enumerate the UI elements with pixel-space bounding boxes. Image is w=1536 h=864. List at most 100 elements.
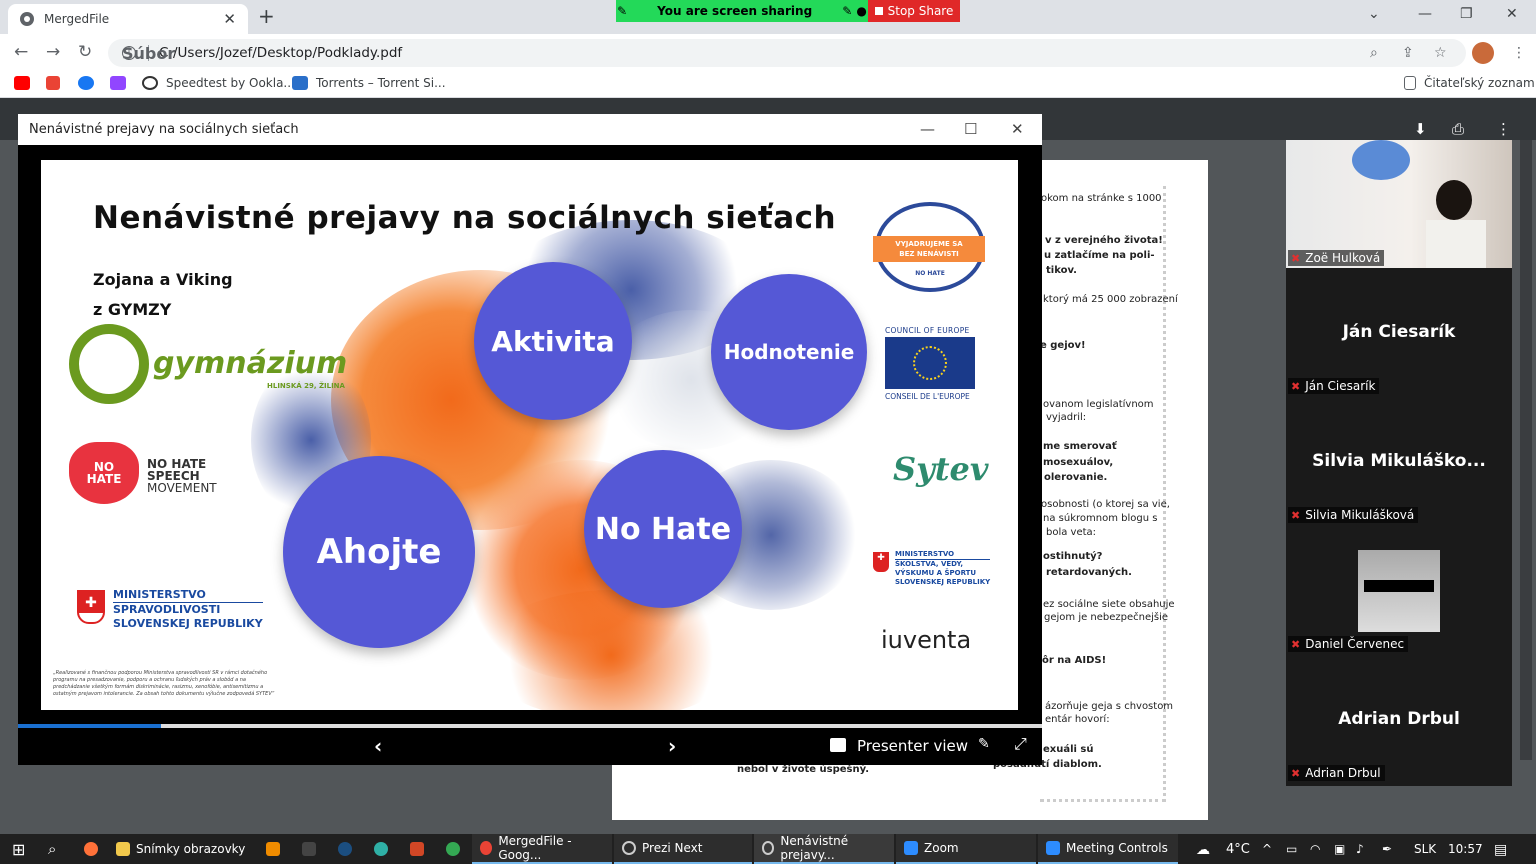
- pen-tray-icon[interactable]: ✒: [1382, 842, 1392, 856]
- pdf-scrollbar[interactable]: [1520, 140, 1532, 760]
- participant-tile[interactable]: Adrian Drbul ✖ Adrian Drbul: [1286, 657, 1512, 783]
- chrome-icon: [480, 841, 493, 855]
- presenter-view-icon[interactable]: [830, 738, 846, 752]
- vlc-icon[interactable]: [258, 834, 294, 864]
- prezi-icon: [762, 841, 775, 855]
- pdf-text-line: na súkromnom blogu s: [1043, 513, 1158, 524]
- back-icon[interactable]: ←: [14, 42, 28, 62]
- reading-list-button[interactable]: Čitateľský zoznam: [1404, 76, 1535, 90]
- device-icon[interactable]: ▭: [1286, 842, 1297, 856]
- powerpoint-icon[interactable]: [402, 834, 438, 864]
- speedtest-icon: [142, 76, 158, 90]
- clock[interactable]: 10:57: [1448, 842, 1483, 856]
- taskbar-app-prezi[interactable]: Prezi Next: [614, 834, 752, 864]
- prezi-maximize-button[interactable]: ☐: [964, 120, 977, 138]
- bookmark-star-icon[interactable]: ☆: [1434, 45, 1447, 61]
- reading-list-label: Čitateľský zoznam: [1424, 76, 1535, 90]
- prezi-close-button[interactable]: ✕: [1011, 120, 1024, 138]
- prezi-minimize-button[interactable]: —: [920, 120, 935, 138]
- bookmark-speedtest[interactable]: Speedtest by Ookla...: [142, 76, 295, 90]
- share-page-icon[interactable]: ⇪: [1402, 45, 1414, 61]
- pdf-text-line: ktorý má 25 000 zobrazení: [1043, 294, 1178, 305]
- sytev-logo: Sytev: [893, 450, 989, 488]
- taskbar-app-label: MergedFile - Goog...: [498, 834, 572, 862]
- minimize-button[interactable]: —: [1418, 6, 1432, 22]
- next-slide-icon[interactable]: ›: [668, 734, 676, 758]
- volume-icon[interactable]: ♪: [1356, 842, 1364, 856]
- globe-icon: [20, 12, 34, 26]
- steam-icon[interactable]: [330, 834, 366, 864]
- taskbar-app-chrome[interactable]: MergedFile - Goog...: [472, 834, 612, 864]
- address-bar[interactable]: i Súbor C:/Users/Jozef/Desktop/Podklady.…: [108, 39, 1466, 67]
- pdf-text-line: osobnosti (o ktorej sa vie,: [1041, 499, 1170, 510]
- prezi-icon: [622, 841, 636, 855]
- circle-no-hate[interactable]: No Hate: [584, 450, 742, 608]
- twitch-icon[interactable]: [110, 76, 126, 90]
- maximize-button[interactable]: ❐: [1460, 6, 1473, 22]
- prezi-window-title: Nenávistné prejavy na sociálnych sieťach: [29, 122, 299, 137]
- folder-icon: [116, 842, 130, 856]
- reload-icon[interactable]: ↻: [78, 42, 92, 62]
- participant-label: ✖ Daniel Červenec: [1288, 636, 1409, 652]
- pdf-text-line: gejom je nebezpečnejšie: [1044, 612, 1169, 623]
- ms-line: VÝSKUMU A ŠPORTU: [895, 569, 977, 577]
- pdf-text-line: entár hovorí:: [1045, 714, 1110, 725]
- chevron-up-icon[interactable]: ^: [1262, 842, 1272, 856]
- browser-tab[interactable]: MergedFile ✕: [8, 4, 248, 34]
- profile-avatar[interactable]: [1472, 42, 1494, 64]
- print-icon[interactable]: ⎙: [1452, 120, 1464, 138]
- participant-tile[interactable]: ✖ Zoë Hulková: [1286, 140, 1512, 268]
- temperature[interactable]: 4°C: [1226, 842, 1250, 857]
- forward-icon[interactable]: →: [46, 42, 60, 62]
- search-icon[interactable]: ⌕: [40, 834, 64, 864]
- prev-slide-icon[interactable]: ‹: [374, 734, 382, 758]
- taskbar-app-zoom[interactable]: Zoom: [896, 834, 1036, 864]
- facebook-icon[interactable]: [78, 76, 94, 90]
- close-tab-icon[interactable]: ✕: [223, 10, 236, 28]
- slide-authors-2: z GYMZY: [93, 300, 172, 319]
- participant-tile[interactable]: Silvia Mikuláško... ✖ Silvia Mikulášková: [1286, 399, 1512, 525]
- zoom-tray-icon[interactable]: ▣: [1334, 842, 1345, 856]
- zoom-icon[interactable]: ⌕: [1370, 45, 1378, 61]
- participant-tile[interactable]: Ján Ciesarík ✖ Ján Ciesarík: [1286, 270, 1512, 396]
- pen-icon[interactable]: ✎: [978, 736, 990, 752]
- circle-hodnotenie[interactable]: Hodnotenie: [711, 274, 867, 430]
- firefox-icon[interactable]: [76, 834, 112, 864]
- presentation-slide[interactable]: Nenávistné prejavy na sociálnych sieťach…: [41, 160, 1018, 710]
- participant-tile[interactable]: ✖ Daniel Červenec: [1286, 528, 1512, 654]
- edge-icon[interactable]: [366, 834, 402, 864]
- more-icon[interactable]: ⋮: [1496, 120, 1511, 138]
- slide-authors-1: Zojana a Viking: [93, 270, 233, 289]
- gmail-icon[interactable]: [46, 76, 60, 90]
- bookmark-torrents[interactable]: Torrents – Torrent Si...: [292, 76, 446, 90]
- participant-display-name: Adrian Drbul: [1338, 709, 1460, 729]
- new-tab-button[interactable]: +: [258, 4, 275, 28]
- tab-search-icon[interactable]: ⌄: [1368, 6, 1380, 22]
- circle-aktivita[interactable]: Aktivita: [474, 262, 632, 420]
- windows-start-icon[interactable]: ⊞: [4, 834, 33, 864]
- mic-icon: ✎ ●: [842, 4, 867, 18]
- weather-icon[interactable]: ☁: [1196, 842, 1210, 858]
- taskbar-app-meeting-controls[interactable]: Meeting Controls: [1038, 834, 1178, 864]
- slovak-coat-of-arms-icon: ✚: [77, 590, 105, 624]
- youtube-icon[interactable]: [14, 76, 30, 90]
- notifications-icon[interactable]: ▤: [1494, 842, 1507, 858]
- language-indicator[interactable]: SLK: [1414, 842, 1436, 856]
- menu-icon[interactable]: ⋮: [1512, 45, 1526, 61]
- presenter-view-button[interactable]: Presenter view: [857, 737, 968, 755]
- taskbar-app-snimky[interactable]: Snímky obrazovky: [108, 834, 256, 864]
- taskbar-app-prezi-window[interactable]: Nenávistné prejavy...: [754, 834, 894, 864]
- epic-games-icon[interactable]: [294, 834, 330, 864]
- stop-share-button[interactable]: Stop Share: [868, 0, 960, 22]
- download-icon[interactable]: ⬇: [1414, 120, 1427, 138]
- share-status-text: You are screen sharing: [657, 4, 813, 18]
- wifi-icon[interactable]: ◠: [1310, 842, 1320, 856]
- fullscreen-icon[interactable]: ⤢: [1014, 734, 1027, 754]
- pdf-text-line: okom na stránke s 1000: [1041, 193, 1162, 204]
- close-window-button[interactable]: ✕: [1506, 6, 1518, 22]
- participant-name: Ján Ciesarík: [1305, 379, 1376, 393]
- circle-ahojte[interactable]: Ahojte: [283, 456, 475, 648]
- chrome-icon[interactable]: [438, 834, 474, 864]
- pdf-text-line: mosexuálov,: [1043, 457, 1114, 468]
- pdf-text-line: ovanom legislatívnom: [1043, 399, 1154, 410]
